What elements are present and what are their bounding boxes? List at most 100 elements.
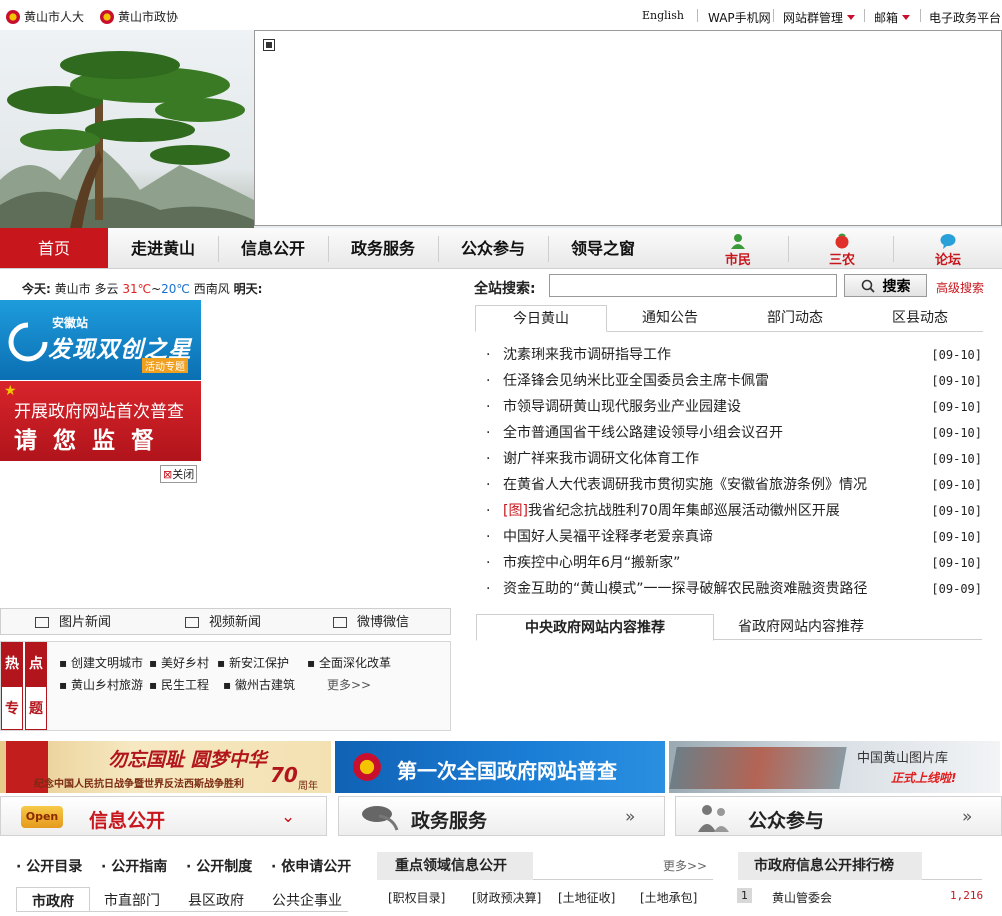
welcoming-pine-image [0, 30, 254, 228]
tab-today-huangshan[interactable]: 今日黄山 [475, 305, 607, 332]
key-info-more-link[interactable]: 更多>> [663, 857, 707, 874]
key-info-link[interactable]: [财政预决算] [472, 889, 541, 906]
bullet-icon: · [486, 451, 491, 467]
key-info-link[interactable]: [土地承包] [640, 889, 697, 906]
ranking-item-name[interactable]: 黄山管委会 [772, 889, 832, 906]
list-item[interactable]: · 在黄省人大代表调研我市贯彻实施《安徽省旅游条例》情况 [09-10] [486, 475, 982, 501]
news-title[interactable]: 任泽锋会见纳米比亚全国委员会主席卡佩雷 [503, 371, 769, 391]
list-item[interactable]: · 资金互助的“黄山模式”一一探寻破解农民融资难融资贵路径 [09-09] [486, 579, 982, 605]
link-disclosure-system[interactable]: · 公开制度 [186, 856, 252, 876]
nav-gov-service[interactable]: 政务服务 [328, 228, 438, 268]
link-disclosure-guide[interactable]: · 公开指南 [101, 856, 167, 876]
ad-close-label: 关闭 [172, 468, 195, 481]
tab-photo-news[interactable]: 图片新闻 [35, 609, 111, 636]
news-date: [09-09] [931, 582, 982, 596]
ad-innovation-star[interactable]: 安徽站 发现双创之星 活动专题 [0, 300, 201, 380]
tab-weibo-wechat[interactable]: 微博微信 [333, 609, 409, 636]
nav-leaders-window[interactable]: 领导之窗 [548, 228, 658, 268]
news-title[interactable]: 全市普通国省干线公路建设领导小组会议召开 [503, 423, 783, 443]
hot-link-label: 全面深化改革 [318, 656, 391, 670]
fb1-subtitle: 纪念中国人民抗日战争暨世界反法西斯战争胜利 [34, 779, 244, 790]
search-input[interactable] [549, 274, 837, 297]
list-item[interactable]: · 任泽锋会见纳米比亚全国委员会主席卡佩雷 [09-10] [486, 371, 982, 397]
hot-link[interactable]: ▪ 黄山乡村旅游 [59, 676, 143, 693]
tab-county-news[interactable]: 区县动态 [860, 305, 980, 331]
weather-wind: 西南风 [193, 282, 230, 296]
link-mailbox[interactable]: 邮箱 [874, 9, 911, 26]
hot-link[interactable]: ▪ 民生工程 [149, 676, 209, 693]
caret-down-icon [847, 15, 856, 20]
hot-link[interactable]: ▪ 全面深化改革 [307, 654, 391, 671]
news-title[interactable]: 沈素琍来我市调研指导工作 [503, 345, 671, 365]
hot-link[interactable]: ▪ 创建文明城市 [59, 654, 143, 671]
list-item[interactable]: · 谢广祥来我市调研文化体育工作 [09-10] [486, 449, 982, 475]
list-item[interactable]: · [图]我省纪念抗战胜利70周年集邮巡展活动徽州区开展 [09-10] [486, 501, 982, 527]
nav-public-participation[interactable]: 公众参与 [438, 228, 548, 268]
tab-central-gov-recommend[interactable]: 中央政府网站内容推荐 [476, 614, 714, 641]
news-tabs: 今日黄山 通知公告 部门动态 区县动态 [475, 305, 983, 332]
link-disclosure-on-request[interactable]: · 依申请公开 [271, 856, 351, 876]
advanced-search-link[interactable]: 高级搜索 [936, 279, 984, 296]
ad-close-button[interactable]: ⊠关闭 [160, 465, 198, 483]
banner-anti-war-anniversary[interactable]: 勿忘国耻 圆梦中华 纪念中国人民抗日战争暨世界反法西斯战争胜利 70 周年 [0, 741, 331, 793]
search-button[interactable]: 搜索 [844, 274, 927, 297]
banner-gov-website-survey[interactable]: 第一次全国政府网站普查 [335, 741, 665, 793]
hot-link[interactable]: ▪ 新安江保护 [217, 654, 289, 671]
link-cppcc[interactable]: 黄山市政协 [100, 8, 178, 25]
tab-notices[interactable]: 通知公告 [610, 305, 730, 331]
national-emblem-icon [353, 753, 381, 781]
section-title: 信息公开 [89, 810, 166, 832]
link-english[interactable]: English [642, 9, 684, 22]
link-disclosure-catalog[interactable]: · 公开目录 [16, 856, 82, 876]
section-public-participation: 公众参与 » [675, 796, 1002, 836]
ad-website-survey[interactable]: 开展政府网站首次普查 请 您 监 督 ★ [0, 381, 201, 461]
hot-more-link[interactable]: 更多>> [327, 676, 371, 693]
plugin-icon [263, 39, 275, 51]
ranking-header: 市政府信息公开排行榜 [738, 852, 922, 880]
tab-provincial-gov-recommend[interactable]: 省政府网站内容推荐 [716, 614, 886, 640]
news-title[interactable]: [图]我省纪念抗战胜利70周年集邮巡展活动徽州区开展 [503, 501, 840, 521]
quick-agriculture[interactable]: 三农 [792, 230, 892, 268]
news-title[interactable]: 资金互助的“黄山模式”一一探寻破解农民融资难融资贵路径 [503, 579, 868, 599]
banner-huangshan-photo-library[interactable]: 中国黄山图片库 正式上线啦! [669, 741, 1000, 793]
list-item[interactable]: · 中国好人吴福平诠释孝老爱亲真谛 [09-10] [486, 527, 982, 553]
key-info-link[interactable]: [职权目录] [388, 889, 445, 906]
caret-down-icon [902, 15, 911, 20]
news-title[interactable]: 中国好人吴福平诠释孝老爱亲真谛 [503, 527, 713, 547]
quick-citizen[interactable]: 市民 [688, 230, 788, 268]
top-bar: 黄山市人大 黄山市政协 English WAP手机网 网站群管理 邮箱 电子政务… [0, 0, 1002, 30]
divider [773, 9, 774, 22]
tab-city-gov[interactable]: 市政府 [16, 887, 90, 911]
nav-explore-huangshan[interactable]: 走进黄山 [108, 228, 218, 268]
link-npc[interactable]: 黄山市人大 [6, 8, 84, 25]
chevron-right-icon[interactable]: » [962, 807, 972, 827]
quick-forum[interactable]: 论坛 [898, 230, 998, 268]
list-item[interactable]: · 市领导调研黄山现代服务业产业园建设 [09-10] [486, 397, 982, 423]
hot-link[interactable]: ▪ 美好乡村 [149, 654, 209, 671]
chevron-down-icon[interactable]: ⌄ [281, 807, 295, 827]
link-site-group[interactable]: 网站群管理 [783, 9, 856, 26]
chevron-right-icon[interactable]: » [625, 807, 635, 827]
key-info-link[interactable]: [土地征收] [558, 889, 615, 906]
list-item[interactable]: · 沈素琍来我市调研指导工作 [09-10] [486, 345, 982, 371]
tab-department-news[interactable]: 部门动态 [735, 305, 855, 331]
list-item[interactable]: · 全市普通国省干线公路建设领导小组会议召开 [09-10] [486, 423, 982, 449]
hot-link-label: 黄山乡村旅游 [70, 678, 143, 692]
tab-video-news[interactable]: 视频新闻 [185, 609, 261, 636]
news-title[interactable]: 市领导调研黄山现代服务业产业园建设 [503, 397, 741, 417]
divider [864, 9, 865, 22]
link-wap[interactable]: WAP手机网 [708, 9, 771, 26]
hot-link[interactable]: ▪ 徽州古建筑 [223, 676, 295, 693]
news-title[interactable]: 市疾控中心明年6月“搬新家” [503, 553, 680, 573]
news-title[interactable]: 谢广祥来我市调研文化体育工作 [503, 449, 699, 469]
nav-home[interactable]: 首页 [0, 228, 108, 268]
quick-citizen-label: 市民 [724, 253, 751, 268]
fb3-title: 中国黄山图片库 [857, 751, 949, 766]
list-item[interactable]: · 市疾控中心明年6月“搬新家” [09-10] [486, 553, 982, 579]
weather-today-label: 今天: [22, 282, 51, 296]
news-title[interactable]: 在黄省人大代表调研我市贯彻实施《安徽省旅游条例》情况 [503, 475, 867, 495]
nav-info-disclosure[interactable]: 信息公开 [218, 228, 328, 268]
link-egov-platform[interactable]: 电子政务平台 [929, 9, 1001, 26]
divider [893, 236, 894, 262]
main-nav: 首页 走进黄山 信息公开 政务服务 公众参与 领导之窗 市民 三农 论坛 [0, 228, 1002, 269]
